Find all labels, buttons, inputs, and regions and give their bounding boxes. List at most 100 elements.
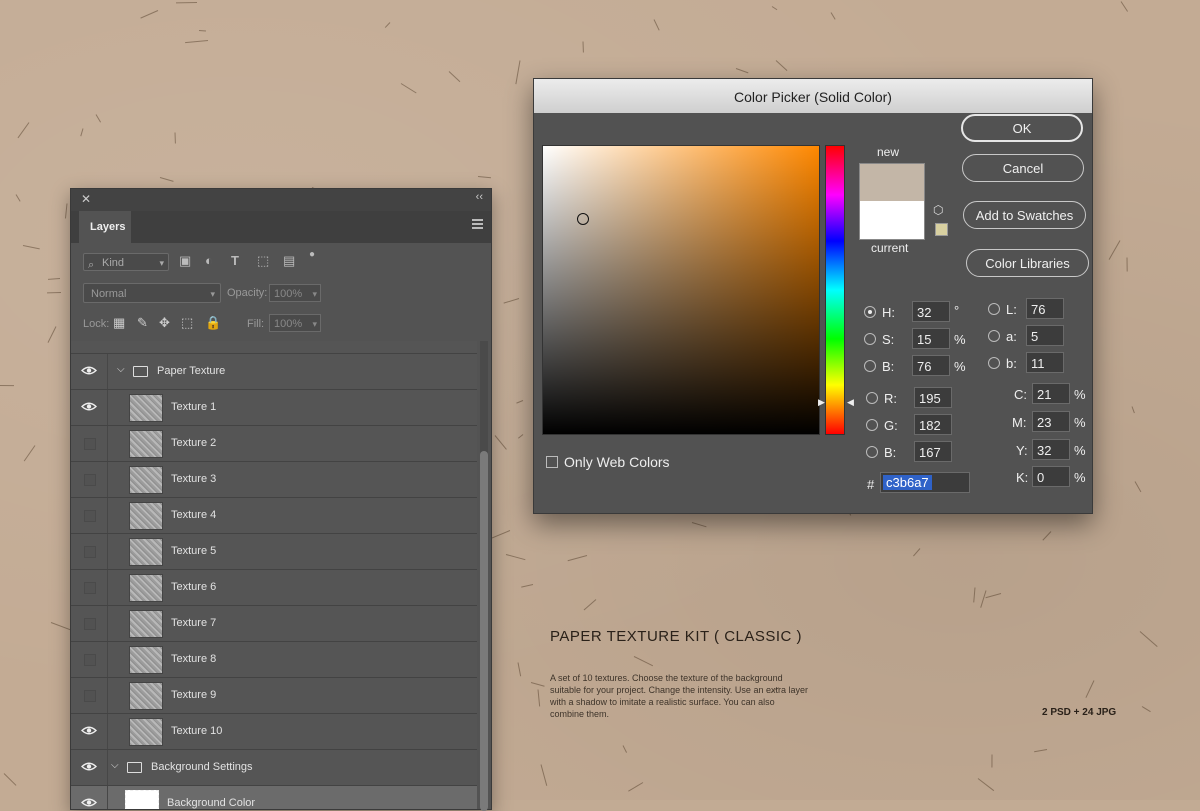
l-input[interactable]: 76 [1026, 298, 1064, 319]
layer-row[interactable]: ⌵ Background Settings [71, 750, 477, 786]
visibility-toggle[interactable] [71, 498, 108, 533]
l-label: L: [1006, 302, 1017, 317]
visibility-toggle[interactable] [71, 570, 108, 605]
color-field[interactable] [542, 145, 820, 435]
tab-layers[interactable]: Layers [79, 211, 131, 243]
layer-row[interactable]: Texture 9 [71, 678, 477, 714]
layers-scrollbar[interactable] [480, 341, 488, 811]
layer-row[interactable]: Texture 5 [71, 534, 477, 570]
layer-row[interactable]: Texture 2 [71, 426, 477, 462]
smart-object-filter-icon[interactable]: ▤ [283, 253, 295, 269]
out-of-gamut-cube-icon[interactable]: ⬡ [933, 203, 943, 217]
chevron-down-icon[interactable]: ⌵ [111, 760, 119, 771]
b-input[interactable]: 76 [912, 355, 950, 376]
ok-button[interactable]: OK [961, 114, 1083, 142]
visibility-toggle[interactable] [71, 426, 108, 461]
g-input[interactable]: 182 [914, 414, 952, 435]
add-to-swatches-button[interactable]: Add to Swatches [963, 201, 1086, 229]
h-radio[interactable] [864, 306, 876, 318]
close-icon[interactable]: ✕ [81, 192, 91, 206]
cancel-button[interactable]: Cancel [962, 154, 1084, 182]
g-radio[interactable] [866, 419, 878, 431]
chevron-down-icon: ▾ [210, 289, 215, 299]
image-filter-icon[interactable]: ▣ [179, 253, 191, 269]
visibility-toggle[interactable] [71, 642, 108, 677]
eye-icon [80, 725, 98, 736]
layer-row[interactable]: Texture 1 [71, 390, 477, 426]
layer-row[interactable]: Texture 7 [71, 606, 477, 642]
layer-thumbnail [129, 610, 163, 638]
hue-arrow-left[interactable]: ▶ [818, 397, 825, 408]
h-label: H: [882, 305, 895, 320]
visibility-toggle[interactable] [71, 678, 108, 713]
eye-icon [80, 401, 98, 412]
layer-name: Texture 7 [171, 617, 217, 629]
lock-brush-icon[interactable]: ✎ [137, 315, 148, 331]
layer-row[interactable]: ⌵ Paper Texture [71, 354, 477, 390]
blend-mode-select[interactable]: Normal ▾ [83, 283, 221, 303]
lock-transparent-icon[interactable]: ▦ [113, 315, 125, 331]
scrollbar-thumb[interactable] [480, 451, 488, 811]
shape-filter-icon[interactable]: ⬚ [257, 253, 269, 269]
visibility-box [84, 618, 96, 630]
layer-list: ⌵ Paper Texture Texture 1 Texture 2 Texture … [71, 341, 477, 809]
lab-b-radio[interactable] [988, 357, 1000, 369]
layer-name: Paper Texture [157, 365, 226, 377]
visibility-toggle[interactable] [71, 534, 108, 569]
collapse-icon[interactable]: ‹‹ [476, 191, 483, 203]
filter-kind-select[interactable]: ⌕ Kind ▾ [83, 253, 169, 271]
h-input[interactable]: 32 [912, 301, 950, 322]
visibility-toggle[interactable] [71, 714, 108, 749]
hue-arrow-right[interactable]: ◀ [847, 397, 854, 408]
adjustment-filter-icon[interactable]: ◐ [205, 253, 213, 268]
a-radio[interactable] [988, 330, 1000, 342]
s-radio[interactable] [864, 333, 876, 345]
lock-position-icon[interactable]: ✥ [159, 315, 170, 331]
layer-name: Texture 10 [171, 725, 223, 737]
b-unit: % [954, 359, 966, 374]
m-input[interactable]: 23 [1032, 411, 1070, 432]
filter-toggle-icon[interactable]: ● [309, 249, 315, 260]
rgb-b-radio[interactable] [866, 446, 878, 458]
l-radio[interactable] [988, 303, 1000, 315]
lock-artboard-icon[interactable]: ⬚ [181, 315, 193, 331]
c-input[interactable]: 21 [1032, 383, 1070, 404]
rgb-b-input[interactable]: 167 [914, 441, 952, 462]
hex-input[interactable]: c3b6a7 [880, 472, 970, 493]
color-field-cursor[interactable] [577, 213, 589, 225]
visibility-toggle[interactable] [71, 606, 108, 641]
visibility-toggle[interactable] [71, 462, 108, 497]
visibility-toggle[interactable] [71, 750, 108, 785]
lab-b-input[interactable]: 11 [1026, 352, 1064, 373]
layer-row[interactable]: Texture 4 [71, 498, 477, 534]
r-input[interactable]: 195 [914, 387, 952, 408]
color-libraries-button[interactable]: Color Libraries [966, 249, 1089, 277]
layer-row[interactable]: Texture 6 [71, 570, 477, 606]
b-radio[interactable] [864, 360, 876, 372]
visibility-toggle[interactable] [71, 786, 108, 809]
type-filter-icon[interactable]: T [231, 253, 239, 268]
lock-all-icon[interactable]: 🔒 [205, 315, 221, 331]
blend-row: Normal ▾ Opacity: 100% ▾ [81, 281, 481, 307]
fill-input[interactable]: 100% ▾ [269, 314, 321, 332]
opacity-input[interactable]: 100% ▾ [269, 284, 321, 302]
a-input[interactable]: 5 [1026, 325, 1064, 346]
r-radio[interactable] [866, 392, 878, 404]
s-input[interactable]: 15 [912, 328, 950, 349]
layer-row[interactable]: Texture 8 [71, 642, 477, 678]
chevron-down-icon[interactable]: ⌵ [117, 364, 125, 375]
visibility-toggle[interactable] [71, 354, 108, 389]
only-web-colors-checkbox[interactable] [546, 456, 558, 468]
visibility-toggle[interactable] [71, 390, 108, 425]
web-safe-swatch[interactable] [935, 223, 948, 236]
layer-row[interactable]: Texture 10 [71, 714, 477, 750]
layer-row[interactable]: Texture 3 [71, 462, 477, 498]
layer-name: Texture 2 [171, 437, 217, 449]
layer-row[interactable]: Background Color [71, 786, 477, 809]
hue-slider[interactable] [825, 145, 845, 435]
layer-thumbnail [129, 394, 163, 422]
panel-menu-icon[interactable] [472, 219, 483, 229]
k-input[interactable]: 0 [1032, 466, 1070, 487]
current-color-swatch[interactable] [859, 201, 925, 240]
y-input[interactable]: 32 [1032, 439, 1070, 460]
